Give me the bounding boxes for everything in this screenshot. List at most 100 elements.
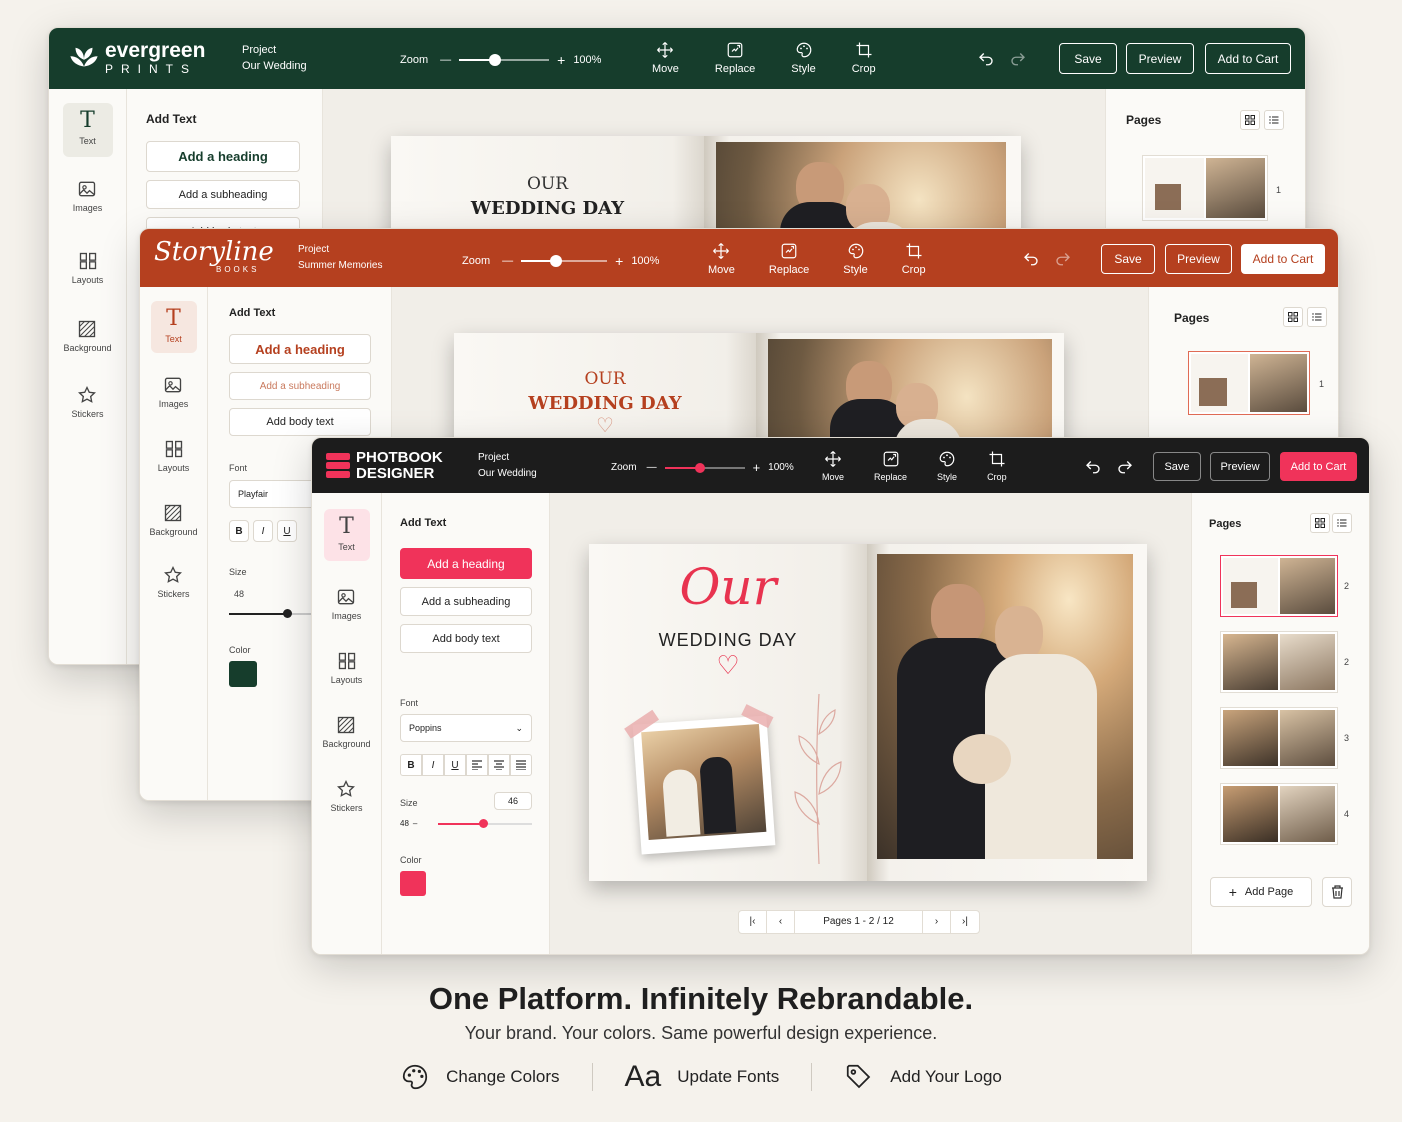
sidebar-item-stickers[interactable]: Stickers [157, 565, 190, 599]
page-thumbnail[interactable] [1142, 155, 1268, 221]
sidebar-item-background[interactable]: Background [63, 319, 112, 353]
preview-button[interactable]: Preview [1165, 244, 1232, 274]
last-page-button[interactable]: ›| [951, 911, 979, 933]
sidebar-item-images[interactable]: Images [159, 375, 188, 409]
zoom-in-button[interactable]: + [557, 52, 565, 68]
preview-button[interactable]: Preview [1210, 452, 1270, 481]
undo-icon[interactable] [1084, 457, 1102, 475]
sidebar-item-background[interactable]: Background [149, 503, 198, 537]
undo-icon[interactable] [1022, 249, 1040, 267]
add-body-button[interactable]: Add body text [229, 408, 371, 436]
preview-button[interactable]: Preview [1126, 43, 1194, 74]
sidebar-item-layouts[interactable]: Layouts [331, 651, 362, 685]
zoom-out-button[interactable]: — [647, 462, 657, 473]
add-page-button[interactable]: + Add Page [1210, 877, 1312, 907]
align-justify-button[interactable] [510, 754, 532, 776]
page-thumbnail[interactable] [1220, 555, 1338, 617]
prev-page-button[interactable]: ‹ [767, 911, 795, 933]
style-tool[interactable]: Style [843, 242, 868, 276]
crop-tool[interactable]: Crop [852, 41, 876, 75]
add-subheading-button[interactable]: Add a subheading [229, 372, 371, 400]
sidebar-item-images[interactable]: Images [332, 587, 361, 621]
grid-view-button[interactable] [1240, 110, 1260, 130]
sidebar-item-text[interactable]: T Text [323, 509, 370, 561]
sidebar-item-text[interactable]: T Text [150, 301, 197, 353]
delete-page-button[interactable] [1322, 877, 1352, 907]
zoom-slider[interactable] [459, 54, 550, 66]
zoom-out-button[interactable]: — [502, 255, 513, 267]
style-tool[interactable]: Style [791, 41, 816, 75]
crop-tool[interactable]: Crop [902, 242, 926, 276]
grid-view-button[interactable] [1310, 513, 1330, 533]
color-swatch[interactable] [229, 661, 257, 687]
crop-tool[interactable]: Crop [987, 450, 1007, 482]
grid-view-button[interactable] [1283, 307, 1303, 327]
bold-button[interactable]: B [229, 520, 249, 542]
move-tool[interactable]: Move [822, 450, 844, 482]
add-subheading-button[interactable]: Add a subheading [400, 587, 532, 616]
add-body-button[interactable]: Add body text [400, 624, 532, 653]
size-input-stepper[interactable]: 48– [400, 815, 430, 831]
replace-icon [726, 41, 744, 59]
italic-button[interactable]: I [422, 754, 444, 776]
redo-icon[interactable] [1116, 457, 1134, 475]
font-select[interactable]: Poppins ⌄ [400, 714, 532, 742]
list-view-button[interactable] [1307, 307, 1327, 327]
zoom-in-button[interactable]: + [615, 253, 623, 269]
align-left-button[interactable] [466, 754, 488, 776]
add-to-cart-button[interactable]: Add to Cart [1280, 452, 1357, 481]
replace-tool[interactable]: Replace [769, 242, 809, 276]
style-tool[interactable]: Style [937, 450, 957, 482]
add-to-cart-button[interactable]: Add to Cart [1205, 43, 1291, 74]
text-icon: T [339, 514, 354, 539]
star-icon [163, 565, 183, 585]
align-center-button[interactable] [488, 754, 510, 776]
page-thumbnail[interactable] [1220, 707, 1338, 769]
sidebar-item-stickers[interactable]: Stickers [330, 779, 363, 813]
save-button[interactable]: Save [1153, 452, 1201, 481]
add-heading-button[interactable]: Add a heading [229, 334, 371, 364]
add-heading-button[interactable]: Add a heading [400, 548, 532, 579]
page-thumbnail[interactable] [1220, 783, 1338, 845]
size-value-field[interactable]: 46 [494, 792, 532, 810]
redo-icon[interactable] [1009, 49, 1027, 67]
list-view-button[interactable] [1264, 110, 1284, 130]
size-slider[interactable] [438, 819, 532, 828]
add-heading-button[interactable]: Add a heading [146, 141, 300, 172]
zoom-in-button[interactable]: + [753, 460, 761, 475]
replace-tool[interactable]: Replace [715, 41, 755, 75]
underline-button[interactable]: U [277, 520, 297, 542]
italic-button[interactable]: I [253, 520, 273, 542]
zoom-slider[interactable] [521, 255, 608, 267]
move-tool[interactable]: Move [652, 41, 679, 75]
first-page-button[interactable]: |‹ [739, 911, 767, 933]
storyline-logo: Storyline BOOKS [154, 237, 274, 274]
size-input-value: 48 [400, 818, 409, 828]
replace-tool[interactable]: Replace [874, 450, 907, 482]
sidebar-item-background[interactable]: Background [322, 715, 371, 749]
underline-button[interactable]: U [444, 754, 466, 776]
save-button[interactable]: Save [1059, 43, 1117, 74]
crop-icon [855, 41, 873, 59]
zoom-out-button[interactable]: — [440, 54, 451, 66]
bold-button[interactable]: B [400, 754, 422, 776]
next-page-button[interactable]: › [923, 911, 951, 933]
list-view-button[interactable] [1332, 513, 1352, 533]
sidebar-item-text[interactable]: T Text [62, 103, 113, 157]
page-thumbnail[interactable] [1220, 631, 1338, 693]
sidebar-item-stickers[interactable]: Stickers [71, 385, 104, 419]
add-to-cart-button[interactable]: Add to Cart [1241, 244, 1325, 274]
sidebar-item-layouts[interactable]: Layouts [158, 439, 189, 473]
page-number: 4 [1344, 809, 1350, 819]
redo-icon[interactable] [1054, 249, 1072, 267]
undo-icon[interactable] [977, 49, 995, 67]
move-tool[interactable]: Move [708, 242, 735, 276]
sidebar-item-images[interactable]: Images [73, 179, 102, 213]
color-swatch[interactable] [400, 871, 426, 896]
add-subheading-button[interactable]: Add a subheading [146, 180, 300, 209]
sidebar-item-layouts[interactable]: Layouts [72, 251, 103, 285]
save-button[interactable]: Save [1101, 244, 1155, 274]
format-toolbar: B I U [400, 754, 532, 776]
page-thumbnail[interactable] [1188, 351, 1310, 415]
zoom-slider[interactable] [664, 462, 745, 473]
